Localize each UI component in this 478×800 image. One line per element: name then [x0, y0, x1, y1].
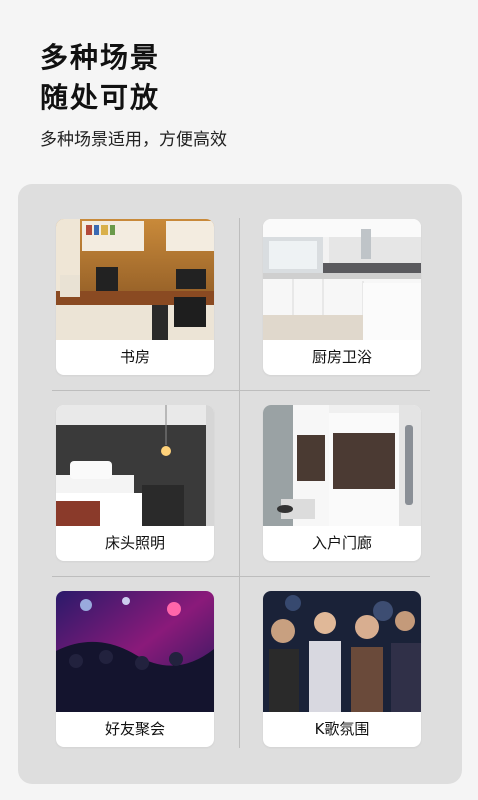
scene-card-study[interactable]: 书房: [56, 219, 214, 375]
scene-card-party[interactable]: 好友聚会: [56, 591, 214, 747]
scene-label-entrance: 入户门廊: [311, 534, 372, 552]
entrance-hallway-photo: [263, 405, 421, 526]
scene-card-bedside[interactable]: 床头照明: [56, 405, 214, 561]
friends-party-photo: [56, 591, 214, 712]
karaoke-atmosphere-photo: [263, 591, 421, 712]
scene-card-entrance[interactable]: 入户门廊: [263, 405, 421, 561]
scene-label-party: 好友聚会: [104, 720, 165, 738]
scene-label-study: 书房: [119, 348, 150, 366]
title-line-1: 多种场景: [40, 41, 161, 74]
scene-label-bedside: 床头照明: [104, 534, 165, 552]
scene-label-karaoke: K歌氛围: [314, 720, 370, 738]
bedside-lighting-photo: [56, 405, 214, 526]
grid-vertical-divider: [239, 218, 240, 748]
scene-label-kitchen: 厨房卫浴: [311, 348, 372, 366]
title-line-2: 随处可放: [40, 81, 161, 114]
grid-horizontal-divider-2: [52, 576, 430, 577]
page-subtitle: 多种场景适用，方便高效: [40, 130, 227, 150]
kitchen-bathroom-photo: [263, 219, 421, 340]
study-room-photo: [56, 219, 214, 340]
scene-grid-panel: 书房 厨房卫浴 床头照明 入户门廊 好友聚会 K歌氛围: [18, 184, 462, 784]
scene-card-kitchen[interactable]: 厨房卫浴: [263, 219, 421, 375]
page-title: 多种场景 随处可放: [40, 38, 160, 118]
grid-horizontal-divider-1: [52, 390, 430, 391]
scene-card-karaoke[interactable]: K歌氛围: [263, 591, 421, 747]
